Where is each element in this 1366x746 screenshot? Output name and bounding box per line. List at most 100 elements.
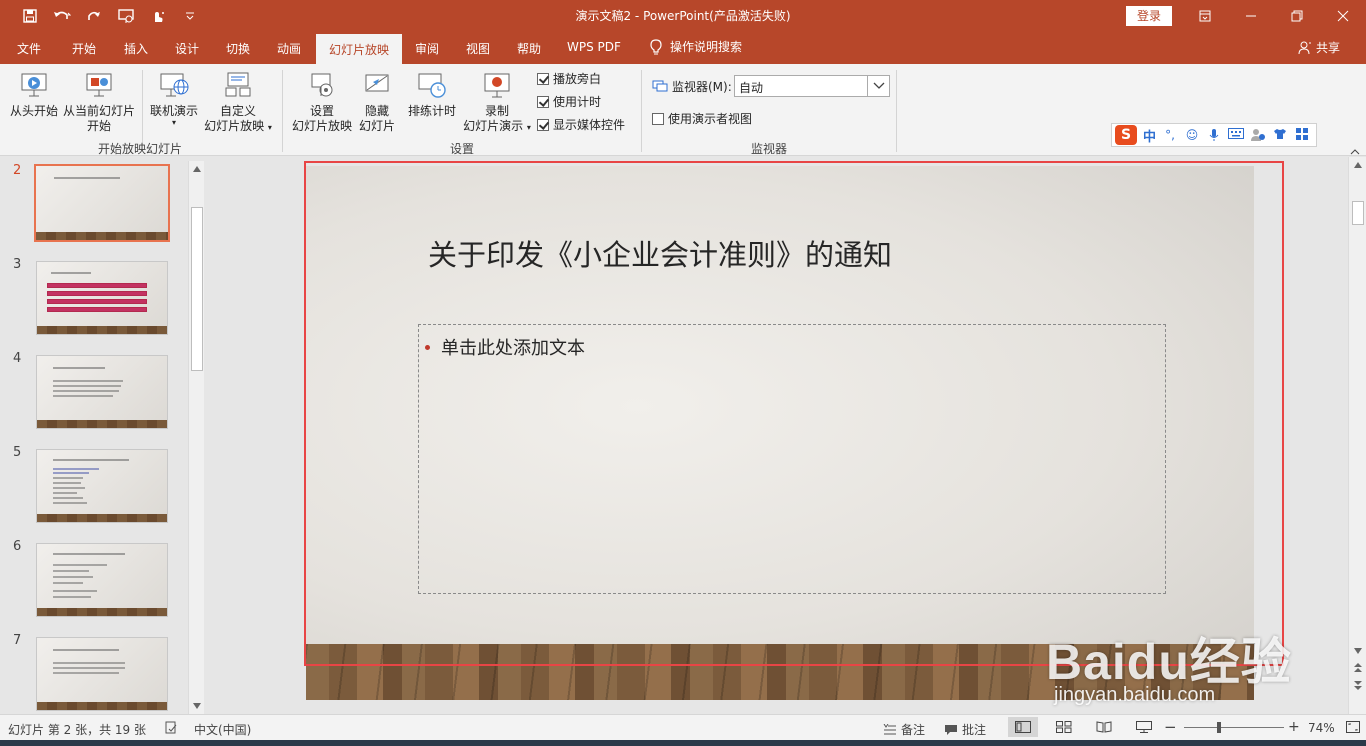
- show-media-controls-label: 显示媒体控件: [553, 118, 626, 132]
- checkbox-checked: [537, 72, 549, 85]
- zoom-slider[interactable]: [1184, 727, 1284, 728]
- from-current-slide-button[interactable]: 从当前幻灯片 开始: [62, 70, 136, 134]
- ime-language[interactable]: 中: [1143, 126, 1156, 145]
- tab-home[interactable]: 开始: [72, 40, 96, 57]
- online-present-label: 联机演示: [149, 104, 198, 118]
- scroll-down-arrow-icon[interactable]: [191, 700, 203, 712]
- tab-help[interactable]: 帮助: [517, 40, 541, 57]
- sogou-logo-icon: S: [1115, 125, 1137, 145]
- share-label: 共享: [1316, 41, 1341, 55]
- comments-button[interactable]: 批注: [944, 721, 986, 738]
- scroll-up-arrow-icon[interactable]: [1352, 159, 1364, 171]
- group-label-start: 开始放映幻灯片: [98, 142, 183, 156]
- rehearse-timings-button[interactable]: 排练计时: [404, 70, 460, 119]
- play-narrations-label: 播放旁白: [553, 72, 602, 86]
- status-bar: 幻灯片 第 2 张，共 19 张 中文(中国) 备注 批注 − + 74%: [0, 714, 1366, 740]
- slide-thumbnail-6[interactable]: [36, 543, 168, 617]
- next-slide-icon[interactable]: [1352, 679, 1364, 691]
- scrollbar-thumb[interactable]: [191, 207, 203, 371]
- reading-view-icon[interactable]: [1096, 721, 1112, 733]
- monitor-select[interactable]: 自动: [734, 75, 890, 97]
- close-icon[interactable]: [1320, 0, 1366, 32]
- use-timings-checkbox[interactable]: 使用计时: [537, 93, 601, 110]
- show-media-controls-checkbox[interactable]: 显示媒体控件: [537, 116, 625, 133]
- ribbon-tabs: 文件 开始 插入 设计 切换 动画 幻灯片放映 审阅 视图 帮助 WPS PDF…: [0, 32, 1366, 64]
- setup-slideshow-button[interactable]: 设置 幻灯片放映: [290, 70, 354, 134]
- monitor-select-value: 自动: [739, 81, 764, 95]
- custom-label-1: 自定义: [219, 104, 256, 118]
- keyboard-icon[interactable]: [1228, 128, 1245, 142]
- scrollbar-thumb[interactable]: [1352, 201, 1364, 225]
- rehearse-label: 排练计时: [407, 104, 456, 118]
- tab-review[interactable]: 审阅: [415, 40, 439, 57]
- custom-label-2-row: 幻灯片放映 ▾: [204, 119, 272, 133]
- play-from-start-icon: [18, 70, 50, 102]
- separator: [641, 70, 642, 152]
- language-indicator[interactable]: 中文(中国): [194, 721, 251, 738]
- punctuation-icon[interactable]: °,: [1162, 128, 1178, 142]
- restore-icon[interactable]: [1274, 0, 1320, 32]
- slide-thumbnail-2[interactable]: [34, 164, 170, 242]
- chevron-down-icon[interactable]: [867, 76, 889, 96]
- watermark-url: jingyan.baidu.com: [1054, 684, 1216, 706]
- setup-slideshow-icon: [306, 70, 338, 102]
- login-button[interactable]: 登录: [1126, 6, 1172, 26]
- custom-slideshow-button[interactable]: 自定义 幻灯片放映 ▾: [200, 70, 276, 135]
- tab-design[interactable]: 设计: [175, 40, 199, 57]
- skin-shirt-icon[interactable]: [1272, 128, 1288, 142]
- presenter-view-checkbox[interactable]: 使用演示者视图: [652, 110, 752, 127]
- monitor-label: 监视器(M):: [672, 80, 732, 94]
- tab-transitions[interactable]: 切换: [226, 40, 250, 57]
- hide-slide-button[interactable]: 隐藏 幻灯片: [356, 70, 398, 134]
- slideshow-view-icon[interactable]: [1136, 721, 1152, 733]
- normal-view-icon[interactable]: [1008, 717, 1038, 737]
- slide-thumbnail-3[interactable]: [36, 261, 168, 335]
- emoji-icon[interactable]: ☺: [1184, 128, 1200, 142]
- fit-to-window-icon[interactable]: [1346, 721, 1360, 733]
- slide-thumbnail-7[interactable]: [36, 637, 168, 711]
- notes-button[interactable]: 备注: [883, 721, 925, 738]
- microphone-icon[interactable]: [1206, 128, 1222, 142]
- spell-check-icon[interactable]: [164, 721, 178, 735]
- tab-file[interactable]: 文件: [17, 40, 41, 57]
- scroll-down-arrow-icon[interactable]: [1352, 645, 1364, 657]
- record-slideshow-button[interactable]: 录制 幻灯片演示 ▾: [460, 70, 534, 135]
- scroll-up-arrow-icon[interactable]: [191, 163, 203, 175]
- tab-wps-pdf[interactable]: WPS PDF: [567, 40, 621, 54]
- zoom-slider-knob[interactable]: [1217, 722, 1221, 733]
- play-narrations-checkbox[interactable]: 播放旁白: [537, 70, 601, 87]
- from-beginning-button[interactable]: 从头开始: [8, 70, 60, 119]
- slide-thumbnail-5[interactable]: [36, 449, 168, 523]
- tab-insert[interactable]: 插入: [124, 40, 148, 57]
- custom-label-2: 幻灯片放映: [204, 119, 265, 133]
- thumbnail-scrollbar[interactable]: [188, 161, 204, 714]
- tell-me-search[interactable]: 操作说明搜索: [650, 38, 742, 55]
- slide-thumbnail-4[interactable]: [36, 355, 168, 429]
- from-current-label-1: 从当前幻灯片: [62, 104, 135, 118]
- toolbox-grid-icon[interactable]: [1294, 128, 1310, 142]
- zoom-out-icon[interactable]: −: [1164, 718, 1177, 736]
- user-avatar-icon[interactable]: [1250, 128, 1266, 142]
- custom-slideshow-icon: [222, 70, 254, 102]
- presenter-view-label: 使用演示者视图: [668, 112, 753, 126]
- online-present-icon: [158, 70, 190, 102]
- tab-animations[interactable]: 动画: [277, 40, 301, 57]
- collapse-ribbon-icon[interactable]: [1350, 144, 1360, 158]
- online-present-button[interactable]: 联机演示 ▾: [148, 70, 200, 127]
- ribbon-display-options-icon[interactable]: [1182, 0, 1228, 32]
- share-button[interactable]: 共享: [1298, 39, 1340, 56]
- person-icon: [1298, 41, 1311, 54]
- slide-sorter-icon[interactable]: [1056, 721, 1072, 733]
- thumbnail-number: 4: [13, 351, 22, 366]
- ime-toolbar[interactable]: S 中 °, ☺: [1111, 123, 1317, 147]
- record-label-2-row: 幻灯片演示 ▾: [463, 119, 531, 133]
- tab-slideshow[interactable]: 幻灯片放映: [316, 34, 403, 64]
- zoom-level[interactable]: 74%: [1308, 721, 1335, 735]
- slide-scrollbar[interactable]: [1348, 157, 1366, 714]
- zoom-in-icon[interactable]: +: [1288, 719, 1300, 735]
- notes-label: 备注: [901, 723, 926, 737]
- previous-slide-icon[interactable]: [1352, 662, 1364, 674]
- minimize-icon[interactable]: [1228, 0, 1274, 32]
- thumbnail-number: 5: [13, 445, 22, 460]
- tab-view[interactable]: 视图: [466, 40, 490, 57]
